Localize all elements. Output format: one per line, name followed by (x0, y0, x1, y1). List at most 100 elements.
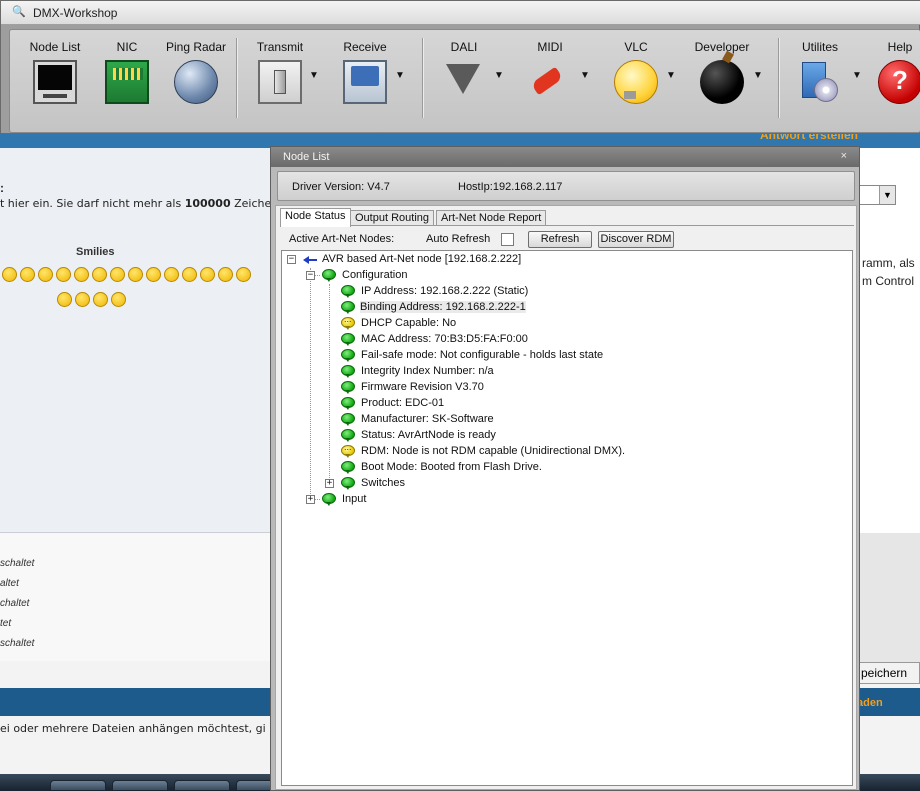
attachments-hint: ei oder mehrere Dateien anhängen möchtes… (0, 722, 266, 735)
smiley-icon[interactable] (92, 267, 107, 282)
toolbar-button-help[interactable]: Help ? (878, 40, 920, 104)
vlc-dropdown-arrow[interactable]: ▼ (666, 70, 676, 81)
tree-item[interactable]: Manufacturer: SK-Software (282, 412, 842, 428)
speichern-button[interactable]: peichern (856, 662, 920, 684)
taskbar-button[interactable] (50, 780, 106, 791)
toolbar-button-dali[interactable]: DALI (436, 40, 492, 104)
smiley-icon[interactable] (75, 292, 90, 307)
smiley-icon[interactable] (200, 267, 215, 282)
toolbar-label: Node List (29, 40, 81, 54)
developer-dropdown-arrow[interactable]: ▼ (753, 70, 763, 81)
switch-icon (258, 60, 302, 104)
node-list-titlebar[interactable]: Node List × (271, 147, 859, 167)
tree-item[interactable]: Status: AvrArtNode is ready (282, 428, 842, 444)
toolbar-button-midi[interactable]: MIDI (522, 40, 578, 104)
tree-item[interactable]: RDM: Node is not RDM capable (Unidirecti… (282, 442, 842, 460)
transmit-dropdown-arrow[interactable]: ▼ (309, 70, 319, 81)
tab-art-net-node-report[interactable]: Art-Net Node Report (436, 210, 547, 226)
tree-item[interactable]: Boot Mode: Booted from Flash Drive. (282, 460, 842, 476)
lightbulb-icon (614, 60, 658, 104)
smiley-icon[interactable] (93, 292, 108, 307)
smiley-icon[interactable] (56, 267, 71, 282)
tree-item[interactable]: Integrity Index Number: n/a (282, 364, 842, 380)
tree-item-label: DHCP Capable: No (361, 317, 457, 329)
message-limit-text: t hier ein. Sie darf nicht mehr als 1000… (0, 197, 272, 210)
dali-dropdown-arrow[interactable]: ▼ (494, 70, 504, 81)
dmx-workshop-window: 🔍 DMX-Workshop Node List NIC Ping Radar … (0, 0, 920, 134)
toolbar-separator (778, 38, 780, 118)
auto-refresh-checkbox[interactable] (501, 233, 514, 246)
smiley-icon[interactable] (20, 267, 35, 282)
taskbar-button[interactable] (112, 780, 168, 791)
midi-dropdown-arrow[interactable]: ▼ (580, 70, 590, 81)
collapse-icon[interactable]: − (306, 271, 315, 280)
tree-item[interactable]: Firmware Revision V3.70 (282, 380, 842, 396)
window-titlebar[interactable]: 🔍 DMX-Workshop (1, 1, 920, 25)
tree-item[interactable]: Product: EDC-01 (282, 396, 842, 412)
smiley-icon[interactable] (182, 267, 197, 282)
node-tree[interactable]: − AVR based Art-Net node [192.168.2.222]… (281, 250, 853, 786)
smiley-icon[interactable] (146, 267, 161, 282)
toolbar-button-node-list[interactable]: Node List (24, 40, 86, 104)
forum-right-panel (858, 148, 920, 533)
smiley-icon[interactable] (164, 267, 179, 282)
smilies-row-1 (2, 267, 251, 282)
tree-item-label: Status: AvrArtNode is ready (361, 429, 496, 441)
close-icon[interactable]: × (841, 150, 847, 162)
toolbar-separator (236, 38, 238, 118)
tree-item[interactable]: IP Address: 192.168.2.222 (Static) (282, 284, 842, 300)
smiley-icon[interactable] (128, 267, 143, 282)
tree-node-root[interactable]: − AVR based Art-Net node [192.168.2.222] (282, 252, 842, 268)
toolbar-label: VLC (624, 40, 648, 54)
node-list-title: Node List (283, 151, 330, 163)
option-text: chaltet (0, 598, 30, 609)
expand-icon[interactable]: + (325, 479, 334, 488)
toolbar-button-nic[interactable]: NIC (96, 40, 158, 104)
help-icon: ? (878, 60, 920, 104)
tree-item-label: MAC Address: 70:B3:D5:FA:F0:00 (361, 333, 528, 345)
status-ok-icon (322, 269, 336, 282)
status-warning-icon (341, 314, 355, 330)
smiley-icon[interactable] (38, 267, 53, 282)
smiley-icon[interactable] (218, 267, 233, 282)
smiley-icon[interactable] (111, 292, 126, 307)
discover-rdm-button[interactable]: Discover RDM (598, 231, 674, 248)
tab-output-routing[interactable]: Output Routing (350, 210, 434, 226)
tree-node-input[interactable]: + Input (282, 492, 842, 508)
status-ok-icon (341, 477, 355, 490)
smiley-icon[interactable] (74, 267, 89, 282)
status-ok-icon (341, 349, 355, 362)
utilites-dropdown-arrow[interactable]: ▼ (852, 70, 862, 81)
forum-dropdown[interactable]: ▼ (858, 185, 896, 205)
auto-refresh-label: Auto Refresh (426, 233, 491, 245)
toolbar-separator (422, 38, 424, 118)
tab-node-status[interactable]: Node Status (280, 208, 351, 227)
smiley-icon[interactable] (57, 292, 72, 307)
refresh-button[interactable]: Refresh (528, 231, 592, 248)
expand-icon[interactable]: + (306, 495, 315, 504)
tree-item[interactable]: DHCP Capable: No (282, 314, 842, 332)
toolbar-button-ping-radar[interactable]: Ping Radar (164, 40, 228, 104)
collapse-icon[interactable]: − (287, 255, 296, 264)
toolbar-button-vlc[interactable]: VLC (608, 40, 664, 104)
tree-item[interactable]: Fail-safe mode: Not configurable - holds… (282, 348, 842, 364)
tree-item-label: RDM: Node is not RDM capable (Unidirecti… (361, 445, 626, 457)
toolbar-button-transmit[interactable]: Transmit (252, 40, 308, 104)
status-ok-icon (341, 285, 355, 298)
status-ok-icon (341, 365, 355, 378)
smiley-icon[interactable] (236, 267, 251, 282)
smiley-icon[interactable] (2, 267, 17, 282)
smiley-icon[interactable] (110, 267, 125, 282)
hochladen-link[interactable]: aden (857, 697, 883, 709)
tree-item[interactable]: Binding Address: 192.168.2.222-1 (282, 300, 842, 316)
toolbar-button-utilites[interactable]: Utilites (792, 40, 848, 104)
status-ok-icon (341, 333, 355, 346)
tree-node-label: Configuration (342, 269, 408, 281)
tree-node-configuration[interactable]: − Configuration (282, 268, 842, 284)
taskbar-button[interactable] (174, 780, 230, 791)
receive-dropdown-arrow[interactable]: ▼ (395, 70, 405, 81)
toolbar-button-developer[interactable]: Developer (690, 40, 754, 104)
toolbar-button-receive[interactable]: Receive (338, 40, 392, 104)
tree-item[interactable]: MAC Address: 70:B3:D5:FA:F0:00 (282, 332, 842, 348)
tree-node-switches[interactable]: + Switches (282, 476, 842, 492)
